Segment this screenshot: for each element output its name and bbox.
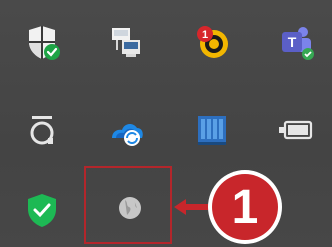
battery-icon[interactable] (276, 110, 316, 150)
network-connection-icon[interactable] (106, 22, 146, 62)
onedrive-sync-icon[interactable] (106, 110, 146, 150)
microsoft-teams-icon[interactable]: T (276, 22, 316, 62)
svg-text:T: T (288, 34, 297, 50)
security-shield-check-icon[interactable] (22, 190, 62, 230)
app-a-icon[interactable] (22, 110, 62, 150)
step-number: 1 (231, 180, 259, 234)
notification-app-icon[interactable]: 1 (192, 22, 232, 62)
badge-count: 1 (202, 29, 208, 41)
system-tray-overflow: 1 T 1 (0, 0, 332, 247)
windows-security-icon[interactable] (22, 22, 62, 62)
globe-icon[interactable] (110, 188, 150, 228)
storage-manager-icon[interactable] (192, 110, 232, 150)
